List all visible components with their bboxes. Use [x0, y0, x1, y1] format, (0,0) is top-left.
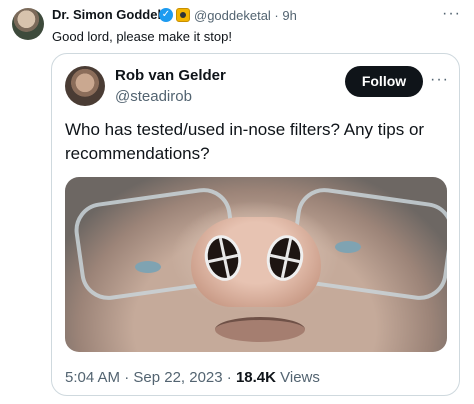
follow-button[interactable]: Follow	[345, 66, 423, 97]
quoted-author-name[interactable]: Rob van Gelder	[115, 67, 226, 84]
outer-avatar[interactable]	[12, 8, 44, 40]
tweet-meta: 5:04 AM · Sep 22, 2023 · 18.4K Views	[65, 369, 320, 386]
quoted-avatar[interactable]	[65, 66, 105, 106]
outer-more-button[interactable]: ···	[442, 5, 461, 23]
outer-handle-time[interactable]: @goddeketal · 9h	[194, 8, 297, 23]
outer-tweet-text: Good lord, please make it stop!	[52, 29, 232, 44]
organization-badge-icon	[176, 8, 190, 22]
tweet-timestamp[interactable]: 5:04 AM · Sep 22, 2023 ·	[65, 369, 236, 386]
views-count: 18.4K	[235, 369, 276, 386]
views-label: Views	[275, 369, 320, 386]
quoted-more-button[interactable]: ···	[430, 71, 449, 89]
quoted-tweet-text: Who has tested/used in-nose filters? Any…	[65, 120, 425, 163]
quoted-handle[interactable]: @steadirob	[115, 88, 192, 105]
quoted-tweet-card[interactable]: Rob van Gelder @steadirob Follow ··· Who…	[51, 53, 460, 396]
outer-author-name[interactable]: Dr. Simon Goddek	[52, 7, 165, 22]
tweet-photo[interactable]	[65, 177, 447, 352]
face-mouth	[215, 317, 305, 342]
verified-check-icon: ✓	[159, 8, 173, 22]
